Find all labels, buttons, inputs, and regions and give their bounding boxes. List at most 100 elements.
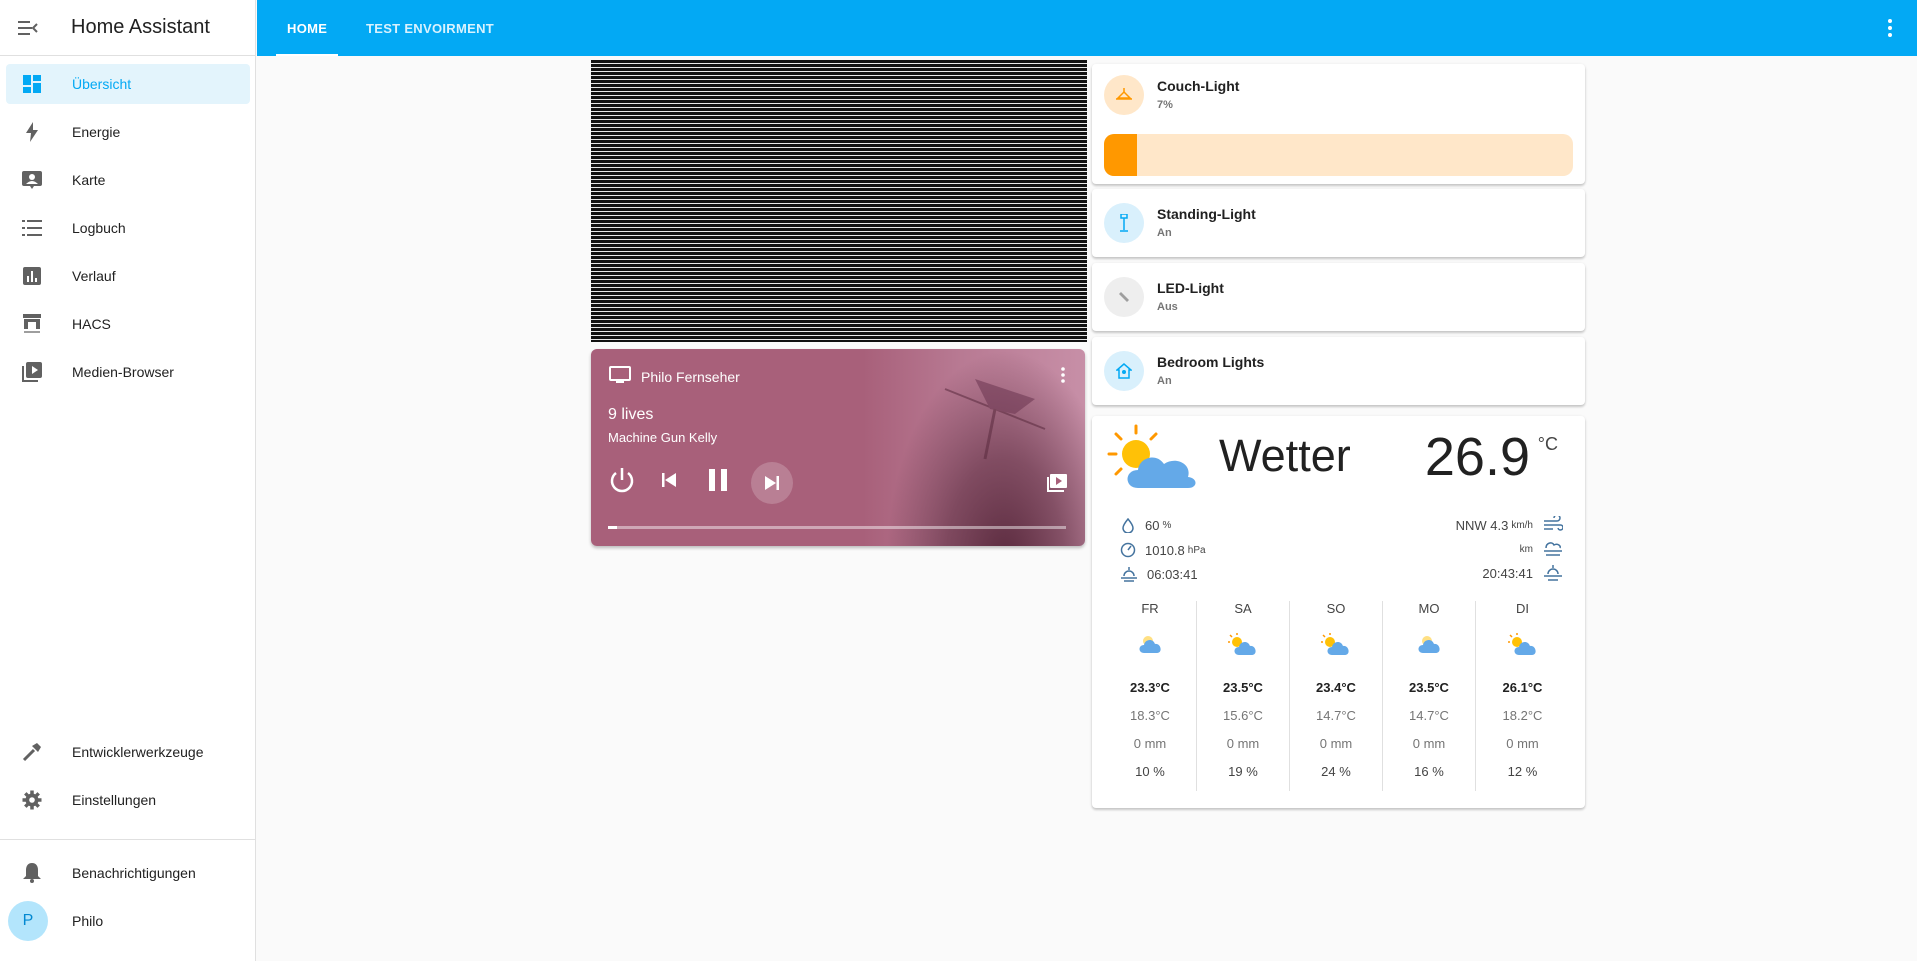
tab-label: HOME [287,20,328,36]
pause-button[interactable] [705,467,731,493]
user-name: Philo [72,913,104,929]
camera-feed[interactable] [591,60,1087,342]
sidebar-item-label: Verlauf [72,268,116,284]
forecast-precipitation: 0 mm [1506,736,1539,751]
forecast-low: 18.2°C [1502,708,1543,723]
media-browse-icon[interactable] [1047,474,1067,492]
tv-icon [609,366,631,387]
sidebar-item-label: Benachrichtigungen [72,865,196,881]
forecast-low: 14.7°C [1409,708,1449,723]
partly-cloudy-icon [1290,633,1382,657]
led-light-card[interactable]: LED-Light Aus [1092,263,1585,331]
sidebar-item-overview[interactable]: Übersicht [6,64,250,104]
overflow-menu-icon[interactable] [1887,18,1893,43]
gauge-icon [1120,542,1136,558]
forecast-day-name: FR [1141,601,1159,616]
map-person-icon [6,171,50,189]
sidebar-item-label: Karte [72,172,106,188]
hammer-icon [6,742,50,762]
sunset-icon [1544,565,1562,581]
home-light-icon [1104,351,1144,391]
tab-home[interactable]: HOME [276,0,339,56]
sidebar-item-logbook[interactable]: Logbuch [6,208,250,248]
top-app-bar: HOME TEST ENVOIRMENT [257,0,1917,56]
partly-cloudy-icon [1197,633,1289,657]
media-icon [6,362,50,382]
weather-card[interactable]: Wetter 26.9 °C 60% 1010.8 hPa 06:03:41 NN… [1092,416,1585,808]
visibility-unit: km [1519,543,1533,555]
humidity-value: 60 [1145,518,1160,533]
media-progress-bar[interactable] [608,526,1066,529]
media-artist: Machine Gun Kelly [608,430,718,445]
forecast-high: 23.4°C [1316,680,1356,695]
forecast-high: 23.5°C [1409,680,1449,695]
entity-name: LED-Light [1157,280,1224,296]
sidebar-item-history[interactable]: Verlauf [6,256,250,296]
pressure-row: 1010.8 hPa [1120,542,1206,558]
forecast-high: 23.3°C [1130,680,1170,695]
next-track-button[interactable] [751,462,793,504]
pressure-value: 1010.8 [1145,542,1185,558]
sidebar-item-media-browser[interactable]: Medien-Browser [6,352,250,392]
fog-icon [1544,542,1562,556]
media-device-name: Philo Fernseher [641,368,740,385]
media-menu-icon[interactable] [1061,367,1065,383]
tab-test-environment[interactable]: TEST ENVOIRMENT [355,0,505,56]
sidebar-item-settings[interactable]: Einstellungen [6,780,250,820]
cloudy-icon [1104,633,1196,655]
weather-condition: Wetter [1219,430,1351,481]
standing-light-card[interactable]: Standing-Light An [1092,189,1585,257]
sunset-row: 20:43:41 [1482,564,1563,582]
bedroom-lights-card[interactable]: Bedroom Lights An [1092,337,1585,405]
forecast-day-name: SA [1234,601,1252,616]
sunrise-row: 06:03:41 [1120,566,1198,582]
sidebar-item-label: Übersicht [72,76,132,92]
lightning-icon [6,122,50,142]
sidebar-item-label: HACS [72,316,111,332]
water-drop-icon [1122,518,1134,533]
couch-light-card[interactable]: Couch-Light 7% [1092,64,1585,184]
menu-toggle-icon[interactable] [0,0,56,56]
forecast-low: 15.6°C [1223,708,1263,723]
sidebar: Home Assistant Übersicht Energie Karte L… [0,0,256,961]
album-art-figure [944,379,1046,460]
entity-name: Bedroom Lights [1157,354,1265,370]
sidebar-item-label: Medien-Browser [72,364,174,380]
media-title: 9 lives [608,406,654,423]
tab-label: TEST ENVOIRMENT [366,20,495,36]
forecast-day: FR 23.3°C 18.3°C 0 mm 10 % [1104,601,1197,791]
media-player-card: Philo Fernseher 9 lives Machine Gun Kell… [591,349,1085,546]
forecast-precipitation: 0 mm [1133,736,1167,751]
visibility-row: km [1517,540,1563,558]
power-button[interactable] [607,465,637,495]
sidebar-divider [0,839,256,840]
sidebar-item-developer-tools[interactable]: Entwicklerwerkzeuge [6,732,250,772]
entity-name: Couch-Light [1157,78,1240,94]
sidebar-item-hacs[interactable]: HACS [6,304,250,344]
dashboard-icon [6,75,50,93]
forecast-day: SA 23.5°C 15.6°C 0 mm 19 % [1197,601,1290,791]
sunrise-icon [1121,567,1137,582]
sidebar-item-map[interactable]: Karte [6,160,250,200]
partly-cloudy-icon [1476,633,1569,657]
sidebar-item-energy[interactable]: Energie [6,112,250,152]
chart-icon [6,267,50,285]
floor-lamp-icon [1104,203,1144,243]
bell-icon [6,863,50,883]
sidebar-item-label: Energie [72,124,121,140]
humidity-unit: % [1162,520,1172,531]
partly-cloudy-icon [1106,422,1200,499]
sidebar-item-label: Entwicklerwerkzeuge [72,744,204,760]
sunset-value: 20:43:41 [1482,565,1533,581]
weather-temperature: 26.9 [1424,427,1530,487]
entity-name: Standing-Light [1157,206,1256,222]
forecast-day-name: SO [1326,601,1346,616]
forecast-probability: 10 % [1135,764,1165,779]
brightness-slider[interactable] [1104,134,1573,176]
entity-state: An [1157,227,1172,239]
sidebar-item-notifications[interactable]: Benachrichtigungen [6,853,250,893]
list-icon [6,220,50,236]
forecast-day: DI 26.1°C 18.2°C 0 mm 12 % [1476,601,1569,791]
previous-track-button[interactable] [659,470,679,490]
sidebar-item-profile[interactable]: P Philo [6,901,250,941]
